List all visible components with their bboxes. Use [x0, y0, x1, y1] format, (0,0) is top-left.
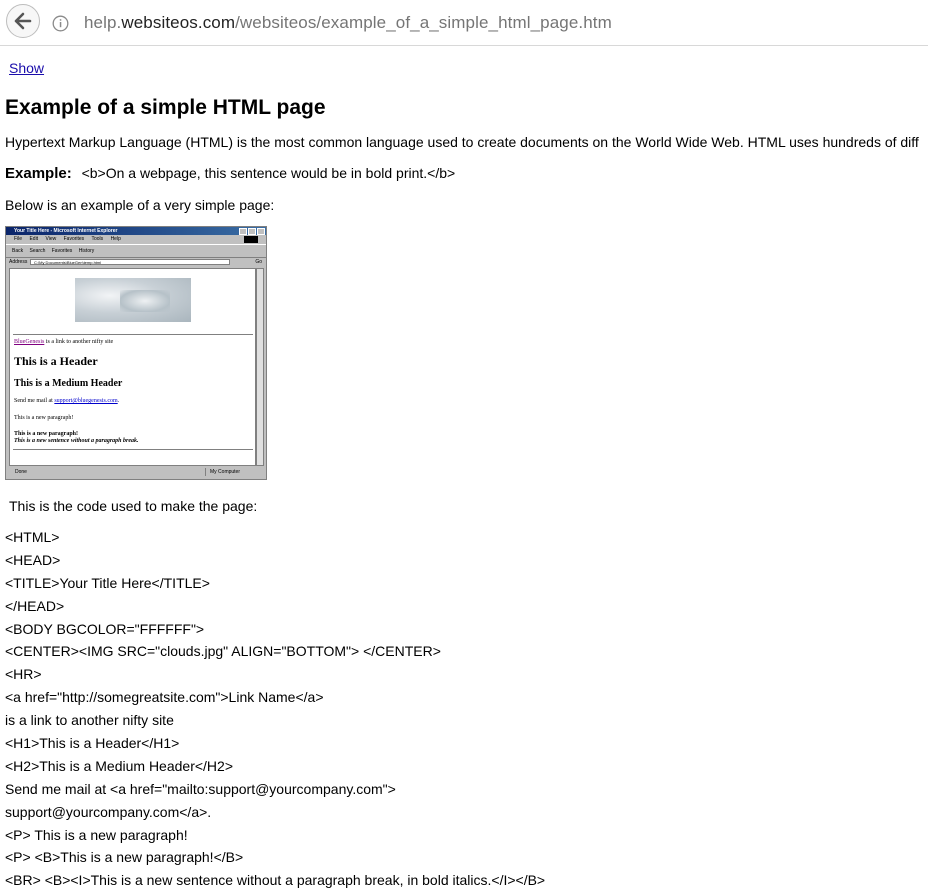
- ie-menu-item: Help: [110, 236, 121, 242]
- code-intro: This is the code used to make the page:: [9, 498, 258, 514]
- ie-para2: This is a new paragraph!: [14, 431, 79, 437]
- code-line: is a link to another nifty site: [5, 712, 174, 729]
- ie-menu-item: File: [14, 236, 23, 242]
- code-line: <P> This is a new paragraph!: [5, 826, 188, 843]
- example-line: Example: <b>On a webpage, this sentence …: [5, 165, 455, 182]
- site-info-icon[interactable]: [52, 15, 69, 32]
- example-code: <b>On a webpage, this sentence would be …: [81, 165, 456, 181]
- back-arrow-icon: [14, 12, 32, 30]
- ie-mail-prefix: Send me mail at: [14, 398, 55, 404]
- ie-menu-bar: File Edit View Favorites Tools Help: [6, 235, 266, 244]
- code-listing: <HTML> <HEAD> <TITLE>Your Title Here</TI…: [5, 528, 545, 894]
- ie-menu-item: Tools: [91, 236, 104, 242]
- code-line: <HEAD>: [5, 551, 61, 568]
- ie-scrollbar: [256, 268, 264, 466]
- code-line: <a href="http://somegreatsite.com">Link …: [5, 689, 324, 706]
- code-line: </HEAD>: [5, 597, 65, 614]
- ie-h2: This is a Medium Header: [14, 378, 123, 389]
- back-button[interactable]: [6, 4, 40, 38]
- example-page-screenshot: Your Title Here - Microsoft Internet Exp…: [5, 226, 267, 480]
- ie-address-bar: Address C:\My Documents\BlueGen\temp.htm…: [6, 258, 266, 267]
- ie-toolbar-item: Favorites: [51, 248, 73, 254]
- ie-mail-link: support@bluegenesis.com: [54, 398, 118, 404]
- code-line: <TITLE>Your Title Here</TITLE>: [5, 574, 210, 591]
- ie-window-title: Your Title Here - Microsoft Internet Exp…: [14, 228, 118, 234]
- ie-title-bar: Your Title Here - Microsoft Internet Exp…: [6, 227, 266, 235]
- ie-status-bar: Done My Computer: [9, 468, 263, 476]
- code-line: <H2>This is a Medium Header</H2>: [5, 757, 233, 774]
- ie-para3: This is a new sentence without a paragra…: [14, 438, 139, 444]
- url-prefix: help.: [84, 13, 122, 32]
- ie-go-label: Go: [255, 259, 262, 265]
- code-line: <CENTER><IMG SRC="clouds.jpg" ALIGN="BOT…: [5, 643, 441, 660]
- code-line: support@yourcompany.com</a>.: [5, 803, 212, 820]
- clouds-image: [75, 278, 191, 322]
- ie-link-line: BlueGenesis is a link to another nifty s…: [14, 339, 113, 345]
- page-title: Example of a simple HTML page: [5, 96, 326, 119]
- ie-h1: This is a Header: [14, 354, 98, 368]
- url-host: websiteos.com: [121, 13, 236, 32]
- intro-paragraph: Hypertext Markup Language (HTML) is the …: [5, 134, 919, 150]
- code-line: <H1>This is a Header</H1>: [5, 735, 180, 752]
- code-line: <BODY BGCOLOR="FFFFFF">: [5, 620, 205, 637]
- ie-toolbar: Back Search Favorites History: [6, 244, 266, 258]
- ie-rule: [13, 334, 253, 335]
- ie-toolbar-item: Search: [29, 248, 46, 254]
- ie-toolbar-item: History: [78, 248, 95, 254]
- ie-status-zone: My Computer: [205, 468, 240, 476]
- ie-menu-item: Favorites: [63, 236, 85, 242]
- ie-menu-item: View: [45, 236, 57, 242]
- ie-address-label: Address: [9, 259, 28, 265]
- ie-rule: [13, 449, 253, 450]
- code-line: Send me mail at <a href="mailto:support@…: [5, 780, 396, 797]
- ie-document-area: BlueGenesis is a link to another nifty s…: [9, 268, 256, 466]
- ie-menu-item: Edit: [29, 236, 39, 242]
- ie-para1: This is a new paragraph!: [14, 415, 74, 421]
- ie-link: BlueGenesis: [14, 339, 45, 345]
- show-link[interactable]: Show: [9, 60, 44, 76]
- ie-toolbar-item: Back: [12, 248, 24, 254]
- code-line: <HR>: [5, 666, 42, 683]
- ie-address-field: C:\My Documents\BlueGen\temp.html: [30, 259, 230, 265]
- url-path: /websiteos/example_of_a_simple_html_page…: [235, 13, 612, 32]
- ie-link-suffix: is a link to another nifty site: [44, 339, 114, 345]
- below-text: Below is an example of a very simple pag…: [5, 197, 275, 213]
- url-field[interactable]: help.websiteos.com/websiteos/example_of_…: [84, 13, 612, 33]
- code-line: <BR> <B><I>This is a new sentence withou…: [5, 872, 546, 889]
- code-line: <P> <B>This is a new paragraph!</B>: [5, 849, 244, 866]
- ie-status-done: Done: [15, 469, 27, 475]
- ie-logo: [244, 236, 258, 243]
- ie-mail-line: Send me mail at support@bluegenesis.com.: [14, 398, 120, 404]
- code-line: <HTML>: [5, 529, 60, 545]
- example-label: Example:: [5, 165, 72, 182]
- browser-address-bar: help.websiteos.com/websiteos/example_of_…: [0, 0, 928, 46]
